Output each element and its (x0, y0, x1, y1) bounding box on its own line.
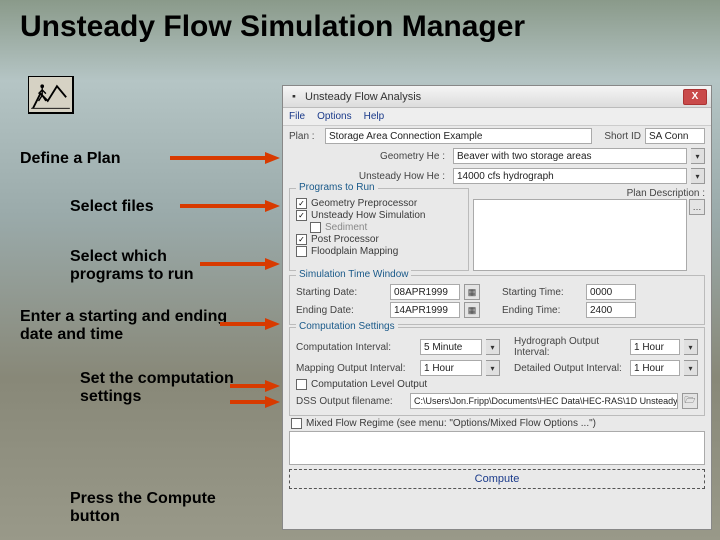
menu-file[interactable]: File (289, 111, 305, 122)
dss-filename-input[interactable]: C:\Users\Jon.Fripp\Documents\HEC Data\HE… (410, 393, 678, 409)
plan-label: Plan : (289, 131, 321, 142)
chk-label: Mixed Flow Regime (see menu: "Options/Mi… (306, 418, 596, 429)
chk-post-processor[interactable]: Post Processor (296, 234, 462, 245)
arrow-icon (220, 316, 280, 332)
calendar-icon[interactable]: ▦ (464, 284, 480, 300)
chk-label: Sediment (325, 222, 367, 233)
geometry-file-input[interactable]: Beaver with two storage areas (453, 148, 687, 164)
arrow-icon (230, 378, 280, 394)
plan-description-expand-button[interactable]: … (689, 199, 705, 215)
log-textarea[interactable] (289, 431, 705, 465)
dropdown-icon[interactable]: ▾ (684, 360, 698, 376)
label-set-comp: Set the computation settings (80, 370, 250, 406)
start-date-label: Starting Date: (296, 287, 386, 298)
shortid-input[interactable]: SA Conn (645, 128, 705, 144)
chk-label: Unsteady How Simulation (311, 210, 426, 221)
plan-input[interactable]: Storage Area Connection Example (325, 128, 592, 144)
chk-label: Post Processor (311, 234, 379, 245)
geometry-file-label: Geometry He : (289, 151, 449, 162)
window-title: Unsteady Flow Analysis (305, 91, 421, 103)
chk-floodplain-mapping[interactable]: Floodplain Mapping (296, 246, 462, 257)
label-select-programs: Select which programs to run (70, 248, 200, 284)
chk-sediment[interactable]: Sediment (310, 222, 462, 233)
menu-help[interactable]: Help (364, 111, 385, 122)
menubar: File Options Help (283, 108, 711, 126)
chk-mixed-flow-regime[interactable]: Mixed Flow Regime (see menu: "Options/Mi… (291, 418, 703, 429)
time-window-group-title: Simulation Time Window (296, 269, 411, 280)
arrow-icon (180, 198, 280, 214)
app-small-icon: 🞍 (287, 90, 301, 104)
programs-group-title: Programs to Run (296, 182, 378, 193)
chk-label: Floodplain Mapping (311, 246, 398, 257)
hydro-interval-label: Hydrograph Output Interval: (514, 336, 626, 358)
compute-button[interactable]: Compute (289, 469, 705, 489)
comp-interval-label: Computation Interval: (296, 342, 416, 353)
comp-settings-group-title: Computation Settings (296, 321, 398, 332)
chk-label: Computation Level Output (311, 379, 427, 390)
map-interval-label: Mapping Output Interval: (296, 363, 416, 374)
end-time-input[interactable]: 2400 (586, 302, 636, 318)
chk-geom-preprocessor[interactable]: Geometry Preprocessor (296, 198, 462, 209)
menu-options[interactable]: Options (317, 111, 351, 122)
arrow-icon (200, 256, 280, 272)
chk-label: Geometry Preprocessor (311, 198, 417, 209)
label-press-compute: Press the Compute button (70, 490, 240, 526)
label-select-files: Select files (70, 198, 154, 216)
plan-description-textarea[interactable] (473, 199, 687, 271)
end-time-label: Ending Time: (502, 305, 582, 316)
dss-filename-label: DSS Output filename: (296, 396, 406, 407)
comp-interval-select[interactable]: 5 Minute (420, 339, 482, 355)
close-button[interactable]: X (683, 89, 707, 105)
calendar-icon[interactable]: ▦ (464, 302, 480, 318)
unsteady-flow-dialog: 🞍 Unsteady Flow Analysis X File Options … (282, 85, 712, 530)
label-define-plan: Define a Plan (20, 150, 120, 168)
chk-comp-level-output[interactable]: Computation Level Output (296, 379, 698, 390)
plan-description-label: Plan Description : (627, 188, 705, 199)
arrow-icon (170, 150, 280, 166)
dropdown-icon[interactable]: ▾ (684, 339, 698, 355)
app-icon (28, 76, 74, 114)
detailed-interval-select[interactable]: 1 Hour (630, 360, 680, 376)
arrow-icon (230, 394, 280, 410)
page-title: Unsteady Flow Simulation Manager (20, 10, 525, 44)
browse-file-button[interactable]: 🗁 (682, 393, 698, 409)
start-time-input[interactable]: 0000 (586, 284, 636, 300)
hydro-interval-select[interactable]: 1 Hour (630, 339, 680, 355)
titlebar[interactable]: 🞍 Unsteady Flow Analysis X (283, 86, 711, 108)
unsteady-file-label: Unsteady How He : (289, 171, 449, 182)
start-time-label: Starting Time: (502, 287, 582, 298)
shortid-label: Short ID (604, 131, 641, 142)
dropdown-icon[interactable]: ▾ (691, 168, 705, 184)
dropdown-icon[interactable]: ▾ (691, 148, 705, 164)
unsteady-file-input[interactable]: 14000 cfs hydrograph (453, 168, 687, 184)
end-date-label: Ending Date: (296, 305, 386, 316)
dropdown-icon[interactable]: ▾ (486, 360, 500, 376)
detailed-interval-label: Detailed Output Interval: (514, 363, 626, 374)
dropdown-icon[interactable]: ▾ (486, 339, 500, 355)
chk-unsteady-sim[interactable]: Unsteady How Simulation (296, 210, 462, 221)
start-date-input[interactable]: 08APR1999 (390, 284, 460, 300)
map-interval-select[interactable]: 1 Hour (420, 360, 482, 376)
end-date-input[interactable]: 14APR1999 (390, 302, 460, 318)
